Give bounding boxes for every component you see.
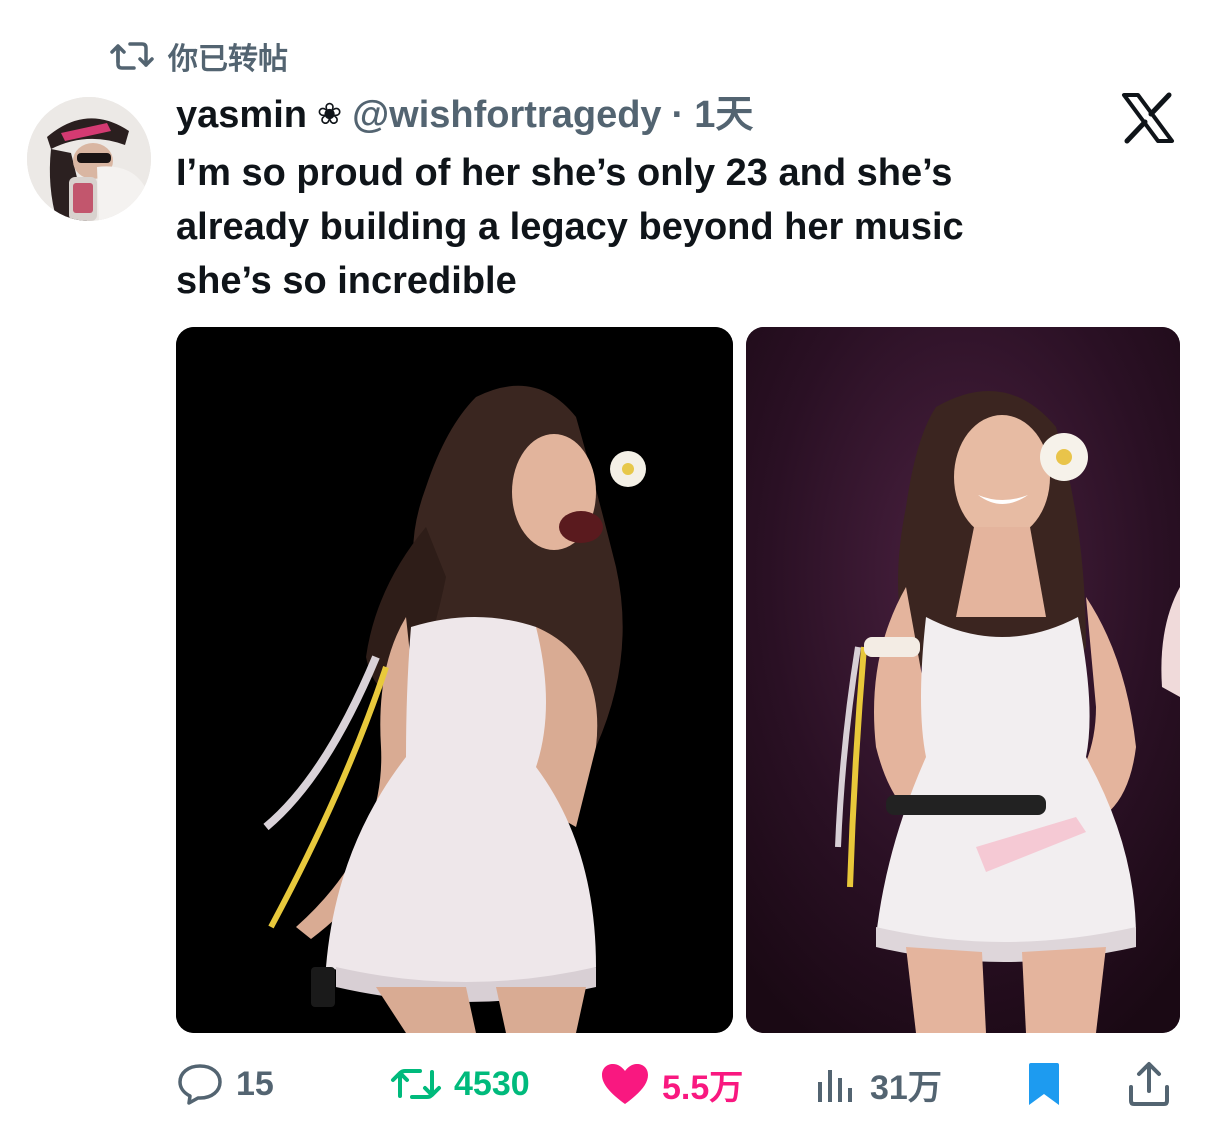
tweet-header: yasmin ❀ @wishfortragedy · 1天 [176, 90, 753, 140]
reply-icon [178, 1064, 222, 1105]
share-icon [1129, 1062, 1169, 1106]
display-name[interactable]: yasmin [176, 90, 307, 140]
views-count: 31万 [870, 1068, 942, 1107]
repost-icon [391, 1069, 441, 1099]
like-count: 5.5万 [662, 1068, 744, 1107]
reply-count: 15 [236, 1064, 274, 1103]
avatar[interactable] [27, 97, 151, 221]
tweet-text-line: she’s so incredible [176, 260, 517, 302]
timestamp[interactable]: 1天 [694, 90, 753, 140]
bookmark-icon [1029, 1063, 1059, 1105]
x-logo-icon [1122, 92, 1174, 144]
separator-dot: · [671, 94, 685, 136]
tweet-text-line: I’m so proud of her she’s only 23 and sh… [176, 152, 953, 194]
retweet-banner[interactable]: 你已转帖 [110, 34, 288, 78]
photo-2[interactable] [746, 327, 1180, 1033]
bookmark-button[interactable] [1026, 1054, 1062, 1114]
heart-icon [602, 1064, 648, 1104]
views-button[interactable]: 31万 [814, 1054, 942, 1114]
tweet-text-line: already building a legacy beyond her mus… [176, 206, 964, 248]
repost-button[interactable]: 4530 [390, 1054, 530, 1114]
tweet-page: 你已转帖 yasmin ❀ @wishfortragedy · 1天 I’m s… [0, 0, 1206, 1139]
like-button[interactable]: 5.5万 [600, 1054, 743, 1114]
share-button[interactable] [1127, 1054, 1171, 1114]
action-bar: 15 4530 5.5万 31万 [0, 1054, 1206, 1114]
user-handle[interactable]: @wishfortragedy [352, 90, 661, 140]
views-icon [818, 1070, 852, 1102]
reply-button[interactable]: 15 [176, 1054, 274, 1114]
tweet-text: I’m so proud of her she’s only 23 and sh… [176, 146, 1136, 308]
retweet-banner-label: 你已转帖 [168, 43, 288, 76]
flower-icon: ❀ [316, 98, 343, 131]
repost-icon [110, 42, 154, 70]
repost-count: 4530 [454, 1064, 530, 1103]
photo-1[interactable] [176, 327, 733, 1033]
